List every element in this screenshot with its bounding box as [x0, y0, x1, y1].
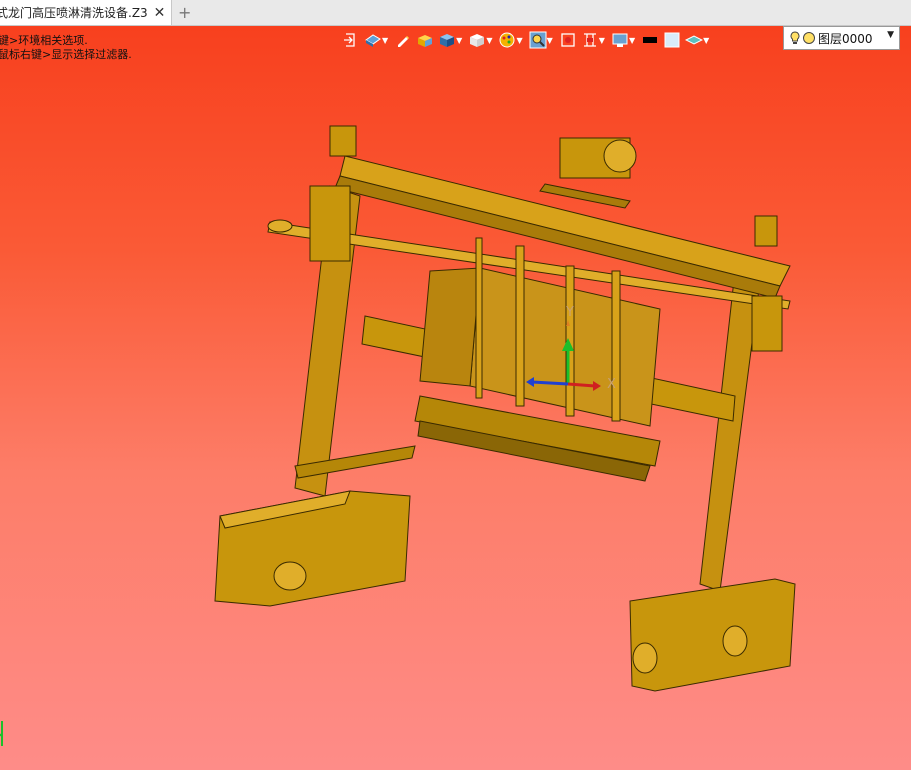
corner-axis-icon: [0, 721, 3, 746]
triad-x-label: X: [607, 377, 616, 392]
triad-y-label: Y: [565, 305, 574, 320]
document-tab[interactable]: 式龙门高压喷淋清洗设备.Z3 ✕: [0, 0, 172, 25]
tab-bar: 式龙门高压喷淋清洗设备.Z3 ✕ +: [0, 0, 911, 26]
3d-viewport[interactable]: 键>环境相关选项. 鼠标右键>显示选择过滤器. ▼ ▼ ▼ ▼ ▼ ▼ ▼ ▼ …: [0, 26, 911, 770]
document-tab-title[interactable]: 式龙门高压喷淋清洗设备.Z3: [0, 4, 148, 21]
close-tab-icon[interactable]: ✕: [154, 5, 166, 21]
gantry-washer-model[interactable]: Y X: [0, 26, 911, 770]
new-tab-button[interactable]: +: [178, 3, 191, 22]
